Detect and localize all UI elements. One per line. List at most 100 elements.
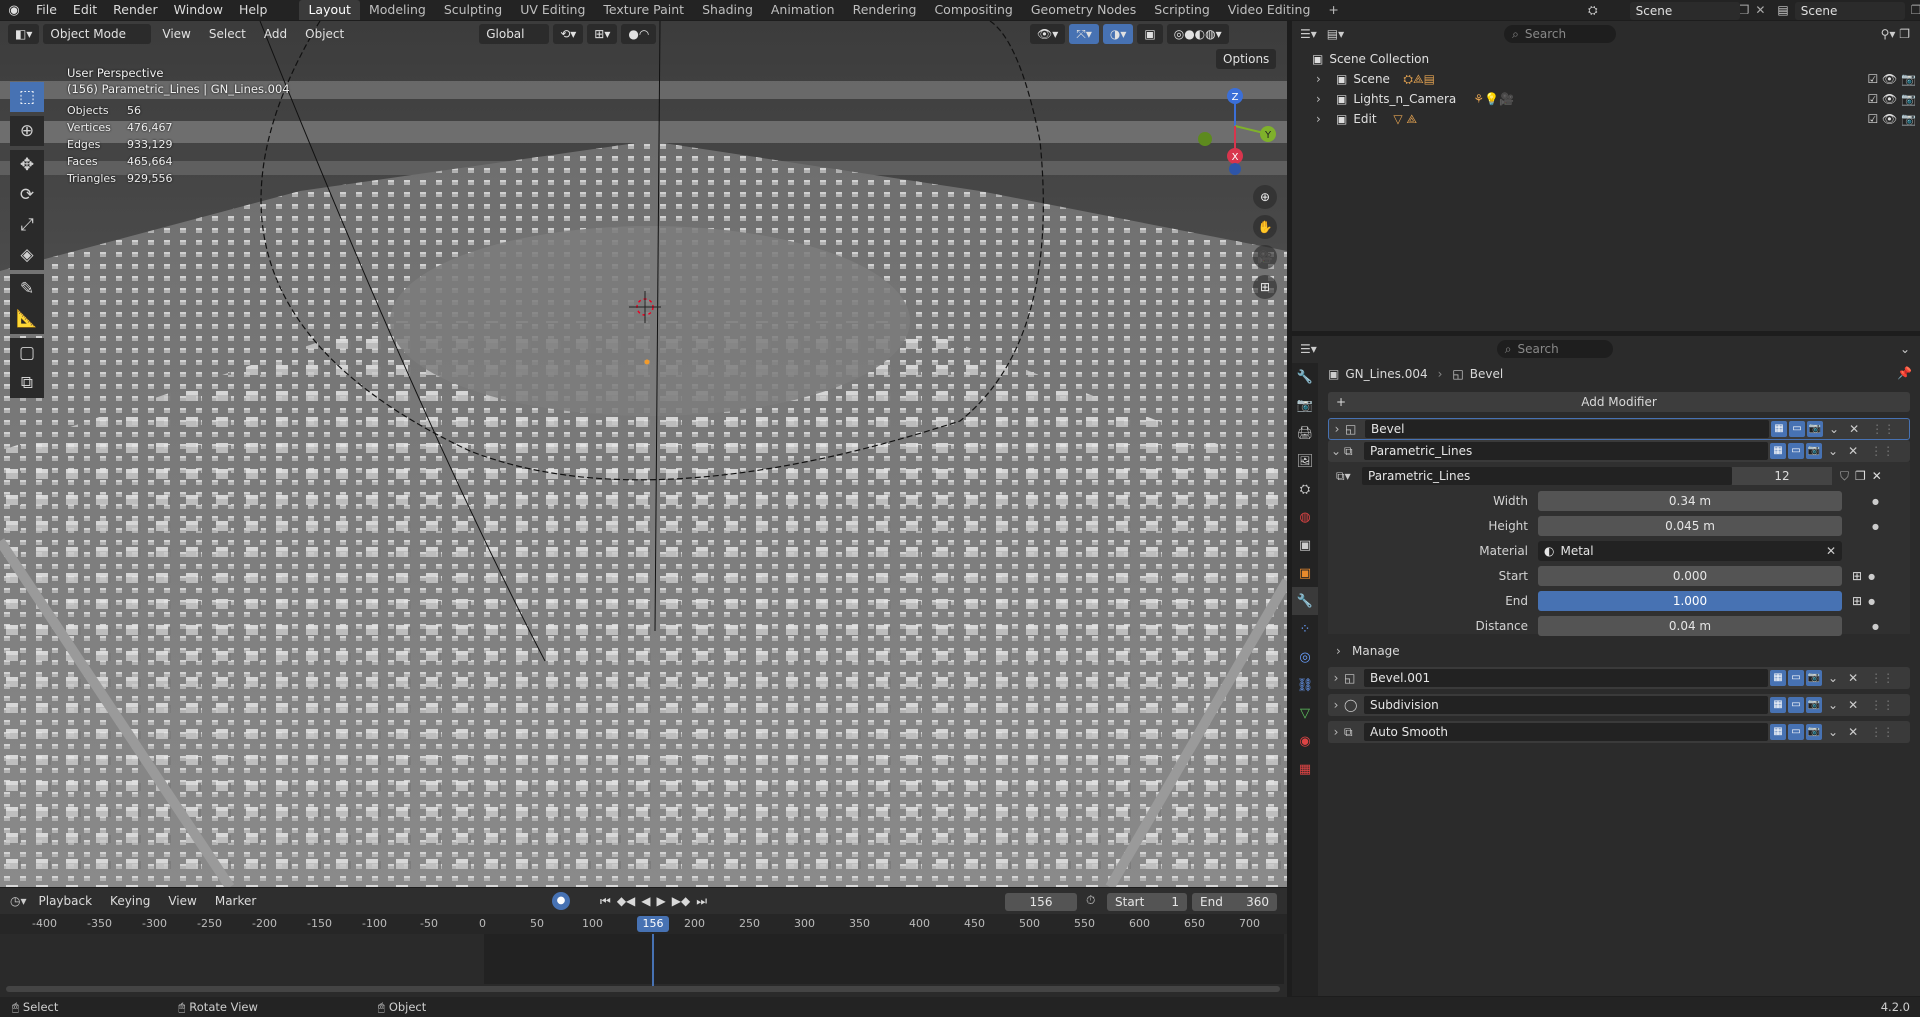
- measure-tool-icon[interactable]: 📐: [10, 304, 44, 334]
- world-tab-icon[interactable]: ◍: [1292, 503, 1318, 531]
- node-group-field[interactable]: Parametric_Lines: [1362, 467, 1732, 485]
- end-frame-field[interactable]: End 360: [1192, 893, 1277, 911]
- drag-handle-icon[interactable]: ⋮⋮: [1870, 444, 1894, 458]
- attribute-toggle-icon[interactable]: ⊞: [1852, 594, 1862, 608]
- properties-options-icon[interactable]: ⌄: [1900, 342, 1910, 356]
- modifier-subdivision[interactable]: › ◯ Subdivision ▦ ▭ 📷 ⌄ ✕ ⋮⋮: [1328, 694, 1910, 716]
- tab-scripting[interactable]: Scripting: [1145, 0, 1219, 20]
- drag-handle-icon[interactable]: ⋮⋮: [1871, 422, 1895, 436]
- playhead-indicator[interactable]: 156: [637, 916, 669, 932]
- outliner-search-input[interactable]: ⌕ Search: [1504, 25, 1617, 43]
- next-keyframe-icon[interactable]: ▶◆: [672, 894, 690, 908]
- node-tree-icon[interactable]: ⧉▾: [1336, 469, 1362, 484]
- viewport-display-icon[interactable]: ▭: [1788, 443, 1804, 459]
- drag-handle-icon[interactable]: ⋮⋮: [1870, 671, 1894, 685]
- expand-arrow-icon[interactable]: ›: [1316, 69, 1330, 89]
- add-object-tool-icon[interactable]: ⧉: [10, 368, 44, 398]
- viewport-display-icon[interactable]: ▭: [1789, 421, 1805, 437]
- edit-mode-icon[interactable]: ▦: [1770, 697, 1786, 713]
- edit-mode-icon[interactable]: ▦: [1770, 724, 1786, 740]
- start-field[interactable]: 0.000: [1538, 566, 1842, 586]
- visibility-toggles-icon[interactable]: ☑ 👁 📷: [1867, 69, 1916, 89]
- dropdown-icon[interactable]: ⌄: [1828, 725, 1838, 739]
- tab-modeling[interactable]: Modeling: [360, 0, 435, 20]
- pin-icon[interactable]: 📌: [1897, 366, 1912, 380]
- expand-arrow-icon[interactable]: ›: [1328, 725, 1344, 739]
- outliner-item-edit[interactable]: › ▣ Edit ▽ ⟁ ☑ 👁 📷: [1316, 109, 1916, 129]
- modifier-name-field[interactable]: Parametric_Lines: [1364, 442, 1768, 460]
- expand-arrow-icon[interactable]: ›: [1328, 698, 1344, 712]
- output-tab-icon[interactable]: 🖨: [1292, 419, 1318, 447]
- properties-search-input[interactable]: ⌕ Search: [1496, 340, 1613, 358]
- edit-mode-icon[interactable]: ▦: [1770, 443, 1786, 459]
- clear-material-icon[interactable]: ✕: [1826, 541, 1836, 561]
- keying-menu[interactable]: Keying: [104, 891, 156, 911]
- end-field[interactable]: 1.000: [1538, 591, 1842, 611]
- tab-uv-editing[interactable]: UV Editing: [511, 0, 594, 20]
- new-view-layer-icon[interactable]: ❐: [1911, 3, 1920, 17]
- jump-end-icon[interactable]: ⏭: [696, 894, 707, 909]
- tab-animation[interactable]: Animation: [762, 0, 844, 20]
- playhead-line[interactable]: [652, 934, 654, 988]
- editor-type-icon[interactable]: ◧▾: [8, 24, 40, 44]
- move-tool-icon[interactable]: ✥: [10, 150, 44, 180]
- modifier-parametric-lines[interactable]: ⌄ ⧉ Parametric_Lines ▦ ▭ 📷 ⌄ ✕ ⋮⋮: [1328, 440, 1910, 462]
- remove-icon[interactable]: ✕: [1848, 725, 1858, 739]
- expand-arrow-icon[interactable]: ›: [1316, 109, 1330, 129]
- modifier-name-field[interactable]: Subdivision: [1364, 696, 1768, 714]
- options-dropdown[interactable]: Options: [1216, 49, 1277, 69]
- tab-layout[interactable]: Layout: [299, 0, 360, 20]
- remove-icon[interactable]: ✕: [1848, 444, 1858, 458]
- annotate-tool-icon[interactable]: ✎: [10, 274, 44, 304]
- edit-mode-icon[interactable]: ▦: [1771, 421, 1787, 437]
- ortho-toggle-icon[interactable]: ⊞: [1253, 275, 1277, 299]
- remove-icon[interactable]: ✕: [1849, 422, 1859, 436]
- expand-arrow-icon[interactable]: ›: [1316, 89, 1330, 109]
- drag-handle-icon[interactable]: ⋮⋮: [1870, 698, 1894, 712]
- zoom-icon[interactable]: ⊕: [1253, 185, 1277, 209]
- play-reverse-icon[interactable]: ◀: [641, 894, 650, 908]
- dropdown-icon[interactable]: ⌄: [1828, 444, 1838, 458]
- modifier-tab-icon[interactable]: 🔧: [1292, 587, 1318, 615]
- object-mode-dropdown[interactable]: Object Mode: [43, 24, 152, 44]
- jump-start-icon[interactable]: ⏮: [600, 894, 611, 909]
- viewport-display-icon[interactable]: ▭: [1788, 697, 1804, 713]
- outliner-editor-type-icon[interactable]: ☰▾: [1300, 27, 1317, 41]
- modifier-name-field[interactable]: Bevel: [1365, 420, 1769, 438]
- view-layer-icon[interactable]: ▤: [1777, 3, 1788, 17]
- viewport-menu-view[interactable]: View: [155, 24, 197, 44]
- scale-tool-icon[interactable]: ⤢: [10, 210, 44, 240]
- shading-modes-icon[interactable]: ◎●◐◍▾: [1166, 24, 1229, 44]
- play-icon[interactable]: ▶: [657, 894, 666, 908]
- camera-view-icon[interactable]: 🎥: [1253, 245, 1277, 269]
- keyframe-dot-icon[interactable]: ●: [1872, 522, 1879, 531]
- viewport-display-icon[interactable]: ▭: [1788, 724, 1804, 740]
- particles-tab-icon[interactable]: ⁘: [1292, 615, 1318, 643]
- outliner-root[interactable]: ▣ Scene Collection: [1312, 49, 1429, 69]
- render-icon[interactable]: 📷: [1806, 670, 1822, 686]
- pivot-icon[interactable]: ⟲▾: [553, 24, 584, 44]
- outliner-item-lights-camera[interactable]: › ▣ Lights_n_Camera ⚘💡🎥 ☑ 👁 📷: [1316, 89, 1916, 109]
- remove-icon[interactable]: ✕: [1848, 698, 1858, 712]
- duplicate-icon[interactable]: ❐: [1855, 469, 1866, 483]
- properties-editor-type-icon[interactable]: ☰▾: [1300, 342, 1317, 356]
- timeline-view-menu[interactable]: View: [162, 891, 202, 911]
- collection-tab-icon[interactable]: ▣: [1292, 531, 1318, 559]
- proportional-edit-icon[interactable]: ●◠: [621, 24, 657, 44]
- timeline-scrollbar[interactable]: [6, 986, 1280, 992]
- collapse-arrow-icon[interactable]: ⌄: [1328, 444, 1344, 458]
- texture-tab-icon[interactable]: ▦: [1292, 755, 1318, 783]
- add-cube-tool-icon[interactable]: ▢: [10, 338, 44, 368]
- modifier-bevel[interactable]: › ◱ Bevel ▦ ▭ 📷 ⌄ ✕ ⋮⋮: [1328, 418, 1910, 440]
- keyframe-dot-icon[interactable]: ●: [1872, 497, 1879, 506]
- prev-keyframe-icon[interactable]: ◆◀: [617, 894, 635, 908]
- distance-field[interactable]: 0.04 m: [1538, 616, 1842, 636]
- dropdown-icon[interactable]: ⌄: [1828, 698, 1838, 712]
- filter-icon[interactable]: ⚲▾ ❐: [1881, 27, 1910, 41]
- 3d-viewport[interactable]: ◧▾ Object Mode View Select Add Object Gl…: [0, 21, 1287, 887]
- keyframe-dot-icon[interactable]: ●: [1868, 597, 1875, 606]
- view-layer-tab-icon[interactable]: 🖼: [1292, 447, 1318, 475]
- keyframe-dot-icon[interactable]: ●: [1868, 572, 1875, 581]
- scene-name-field[interactable]: Scene: [1629, 2, 1740, 20]
- manage-subpanel[interactable]: › Manage: [1336, 641, 1400, 661]
